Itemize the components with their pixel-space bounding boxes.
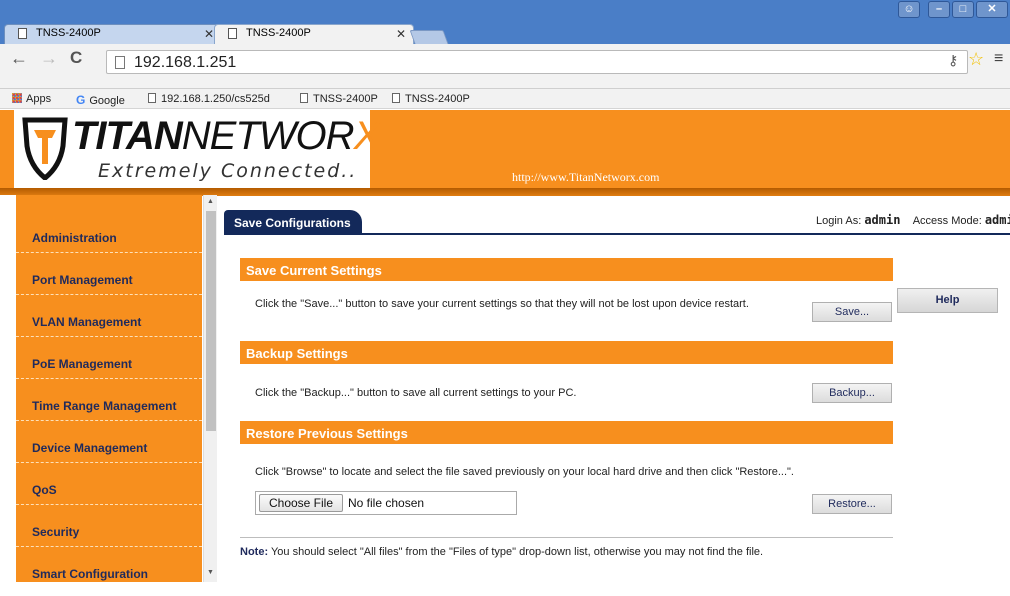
site-url: http://www.TitanNetworx.com xyxy=(512,170,660,184)
restore-description: Click "Browse" to locate and select the … xyxy=(255,466,794,478)
apps-icon xyxy=(12,93,22,103)
section-title-save: Save Current Settings xyxy=(240,258,893,281)
tab-label: TNSS-2400P xyxy=(36,27,101,39)
google-icon: G xyxy=(76,93,86,107)
backup-description: Click the "Backup..." button to save all… xyxy=(255,387,577,399)
bookmark-item[interactable]: TNSS-2400P xyxy=(392,93,470,105)
page-icon xyxy=(392,93,400,103)
back-arrow-icon[interactable]: ← xyxy=(10,48,28,69)
scroll-up-icon[interactable]: ▲ xyxy=(207,198,214,205)
shield-logo-icon xyxy=(22,117,68,180)
star-icon[interactable]: ☆ xyxy=(968,49,984,70)
window-controls: ☺ – □ ✕ xyxy=(898,1,1008,19)
browser-tab[interactable]: TNSS-2400P ✕ xyxy=(4,24,222,44)
browser-titlebar: TNSS-2400P ✕ TNSS-2400P ✕ ☺ – □ ✕ xyxy=(0,0,1010,44)
tab-underline xyxy=(224,233,1010,235)
note: Note: You should select "All files" from… xyxy=(240,546,764,558)
maximize-icon[interactable]: □ xyxy=(952,1,974,18)
page-icon xyxy=(300,93,308,103)
left-gutter xyxy=(0,195,16,596)
file-input[interactable]: Choose File No file chosen xyxy=(255,491,517,515)
save-description: Click the "Save..." button to save your … xyxy=(255,298,749,310)
restore-button[interactable]: Restore... xyxy=(812,494,892,514)
menu-icon[interactable]: ≡ xyxy=(994,50,1003,68)
page-icon xyxy=(228,28,237,39)
backup-button[interactable]: Backup... xyxy=(812,383,892,403)
access-mode: admi xyxy=(984,213,1010,227)
bookmark-item[interactable]: 192.168.1.250/cs525d xyxy=(148,93,288,105)
bookmark-apps[interactable]: Apps xyxy=(12,93,51,105)
close-icon[interactable]: ✕ xyxy=(396,27,406,41)
minimize-icon[interactable]: – xyxy=(928,1,950,18)
browser-toolbar: ← → C 192.168.1.251 ⚷ ☆ ≡ xyxy=(0,44,1010,89)
new-tab-button[interactable] xyxy=(409,30,449,44)
bookmark-item[interactable]: TNSS-2400P xyxy=(300,93,378,105)
login-user: admin xyxy=(864,213,901,227)
bookmarks-bar: Apps G Google 192.168.1.250/cs525d TNSS-2… xyxy=(0,89,1010,109)
page-icon xyxy=(18,28,27,39)
file-status: No file chosen xyxy=(348,496,425,510)
sidebar-item-administration[interactable]: Administration xyxy=(16,211,202,253)
sidebar: Administration Port Management VLAN Mana… xyxy=(16,195,202,582)
page-icon xyxy=(115,56,125,69)
browser-tab-active[interactable]: TNSS-2400P ✕ xyxy=(214,24,414,44)
brand-name: TITANNETWORX xyxy=(72,114,380,158)
sidebar-item-poe-management[interactable]: PoE Management xyxy=(16,337,202,379)
sidebar-item-port-management[interactable]: Port Management xyxy=(16,253,202,295)
user-icon[interactable]: ☺ xyxy=(898,1,920,18)
window-close-icon[interactable]: ✕ xyxy=(976,1,1008,18)
section-title-restore: Restore Previous Settings xyxy=(240,421,893,444)
page-icon xyxy=(148,93,156,103)
sidebar-item-time-range-management[interactable]: Time Range Management xyxy=(16,379,202,421)
site-header: TITANNETWORX Extremely Connected.. http:… xyxy=(0,110,1010,194)
help-button[interactable]: Help xyxy=(897,288,998,313)
scrollbar-thumb[interactable] xyxy=(206,211,216,431)
bookmark-google[interactable]: G Google xyxy=(76,93,125,107)
forward-arrow-icon[interactable]: → xyxy=(40,48,58,69)
reload-icon[interactable]: C xyxy=(70,48,82,68)
choose-file-button[interactable]: Choose File xyxy=(259,494,343,512)
sidebar-item-security[interactable]: Security xyxy=(16,505,202,547)
sidebar-item-qos[interactable]: QoS xyxy=(16,463,202,505)
note-divider xyxy=(240,537,893,538)
section-title-backup: Backup Settings xyxy=(240,341,893,364)
save-button[interactable]: Save... xyxy=(812,302,892,322)
key-icon[interactable]: ⚷ xyxy=(948,52,958,69)
scroll-down-icon[interactable]: ▼ xyxy=(207,569,214,576)
address-text: 192.168.1.251 xyxy=(134,54,237,71)
tab-label: TNSS-2400P xyxy=(246,27,311,39)
sidebar-item-device-management[interactable]: Device Management xyxy=(16,421,202,463)
tagline: Extremely Connected.. xyxy=(98,160,358,182)
close-icon[interactable]: ✕ xyxy=(204,27,214,41)
sidebar-item-smart-configuration[interactable]: Smart Configuration xyxy=(16,547,202,582)
sidebar-scrollbar[interactable]: ▲ ▼ xyxy=(203,195,217,582)
sidebar-item-vlan-management[interactable]: VLAN Management xyxy=(16,295,202,337)
login-info: Login As: admin Access Mode: admi xyxy=(816,213,1010,227)
address-bar[interactable]: 192.168.1.251 xyxy=(106,50,968,74)
logo: TITANNETWORX Extremely Connected.. xyxy=(14,110,380,190)
tab-save-configurations[interactable]: Save Configurations xyxy=(224,210,362,234)
